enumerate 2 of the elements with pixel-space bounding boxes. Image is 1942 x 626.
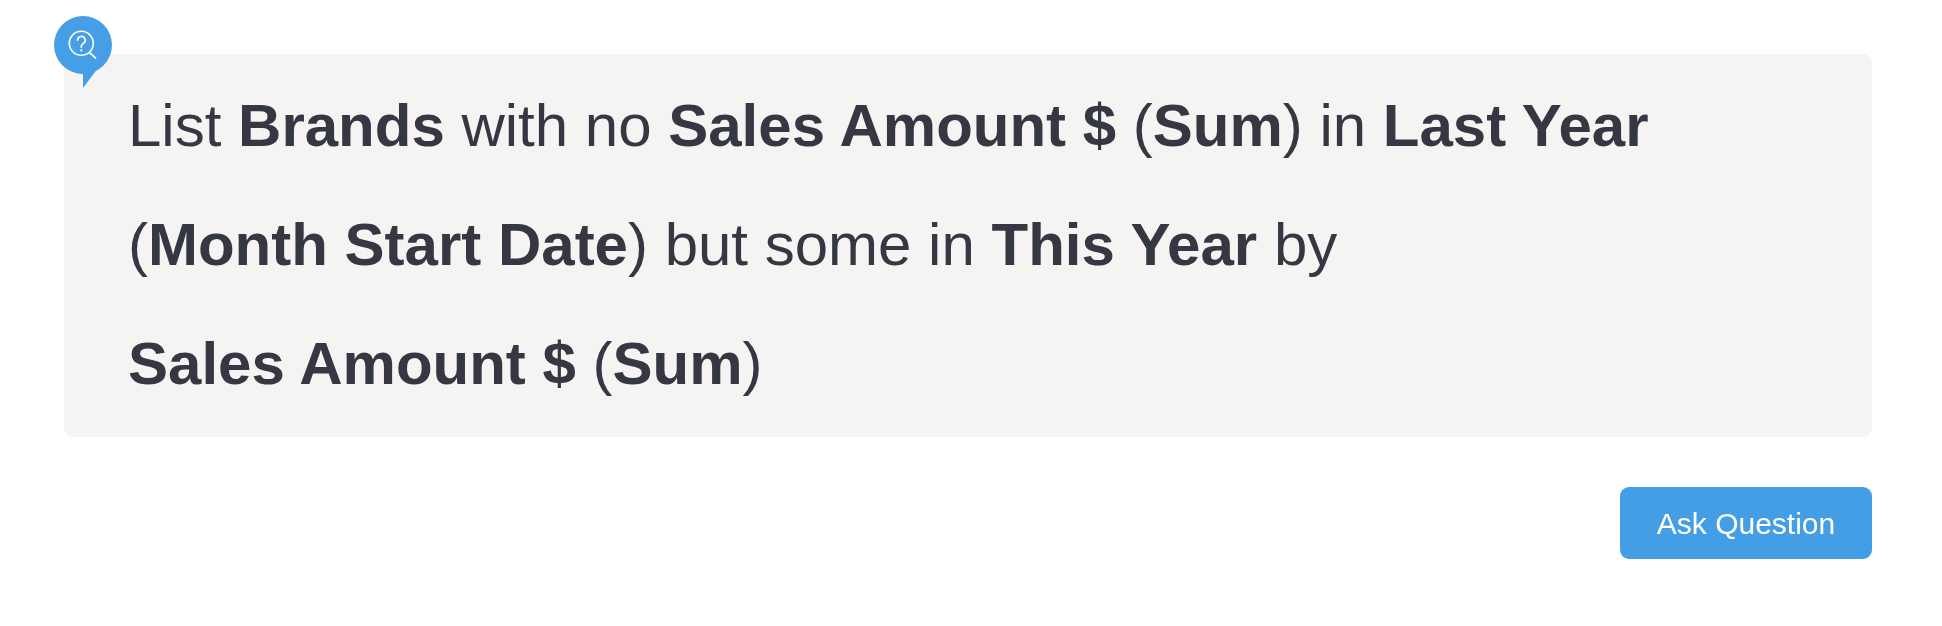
question-text: List Brands with no Sales Amount $ (Sum) in Last Year (Month Start Date) but some in This Year by Sales Amount $ (Sum)	[128, 91, 1650, 399]
ask-question-button[interactable]: Ask Question	[1620, 487, 1872, 559]
